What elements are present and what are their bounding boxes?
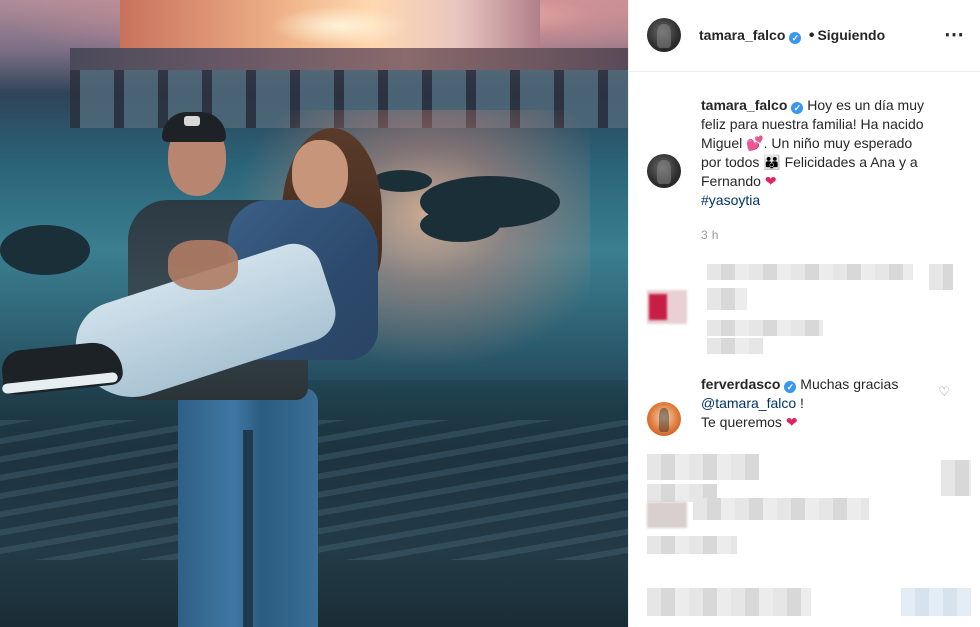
- follow-button[interactable]: Siguiendo: [817, 27, 885, 43]
- author-username[interactable]: tamara_falco: [699, 27, 785, 43]
- separator-dot: •: [808, 27, 815, 44]
- verified-badge-icon: ✓: [791, 102, 804, 114]
- blurred-comment-text: [707, 320, 823, 336]
- caption-line: feliz para nuestra familia! Ha nacido: [701, 116, 924, 132]
- reply-author-avatar[interactable]: [647, 402, 681, 436]
- caption-line: Miguel: [701, 135, 743, 151]
- two-hearts-emoji: 💕: [746, 135, 764, 151]
- header-author-line: tamara_falco ✓ • Siguiendo: [699, 27, 885, 45]
- verified-badge-icon: ✓: [789, 32, 802, 44]
- family-emoji: 👪: [763, 154, 781, 170]
- blurred-comment-text: [647, 588, 811, 616]
- mention-link[interactable]: @tamara_falco: [701, 395, 796, 411]
- jeans-gap: [243, 430, 253, 627]
- more-options-icon[interactable]: ⋯: [944, 22, 965, 47]
- author-avatar[interactable]: [647, 18, 681, 52]
- post-photo[interactable]: [0, 0, 628, 627]
- caption-author[interactable]: tamara_falco: [701, 97, 787, 113]
- post-header: tamara_falco ✓ • Siguiendo ⋯: [629, 0, 980, 72]
- reply-text: !: [800, 395, 804, 411]
- caption-line: Felicidades a Ana y a: [780, 154, 918, 170]
- blurred-comment-text: [647, 454, 759, 480]
- caption-line: Fernando: [701, 173, 761, 189]
- caption-author-avatar[interactable]: [647, 154, 681, 188]
- caption-line: . Un niño muy esperado: [763, 135, 913, 151]
- blurred-comment-text: [647, 536, 737, 554]
- reply-text: Muchas gracias: [800, 376, 899, 392]
- post-timestamp[interactable]: 3 h: [701, 228, 719, 242]
- blurred-comment-text: [707, 288, 747, 310]
- woman-face: [292, 140, 348, 208]
- blurred-avatar-red: [649, 294, 667, 320]
- reply-text: Te queremos: [701, 414, 782, 430]
- caption-line: Hoy es un día muy: [807, 97, 925, 113]
- reply-comment: ferverdasco ✓ Muchas gracias @tamara_falc…: [701, 375, 961, 432]
- pier-light: [270, 6, 410, 46]
- blurred-comment-text: [707, 338, 763, 354]
- blurred-comment-text: [693, 498, 869, 520]
- heart-outline-icon[interactable]: ♡: [938, 384, 950, 400]
- blurred-comment-text: [707, 264, 913, 280]
- caption-line: por todos: [701, 154, 760, 170]
- hands: [168, 240, 238, 290]
- red-heart-emoji: ❤: [764, 173, 777, 189]
- blurred-comment-text: [901, 588, 971, 616]
- post-caption: tamara_falco ✓ Hoy es un día muy feliz pa…: [701, 96, 971, 210]
- reply-author[interactable]: ferverdasco: [701, 376, 780, 392]
- verified-badge-icon: ✓: [784, 381, 797, 393]
- blurred-comment-text: [941, 460, 971, 496]
- blurred-comment-text: [929, 264, 953, 290]
- rock: [0, 225, 90, 275]
- rock: [372, 170, 432, 192]
- blurred-avatar: [647, 502, 687, 528]
- red-heart-emoji: ❤: [785, 414, 798, 430]
- post-sidebar: tamara_falco ✓ • Siguiendo ⋯ tamara_falco ✓…: [628, 0, 980, 627]
- rock: [420, 208, 500, 242]
- pier-deck: [70, 48, 628, 70]
- cap-logo: [184, 116, 200, 126]
- hashtag-link[interactable]: #yasoytia: [701, 192, 760, 208]
